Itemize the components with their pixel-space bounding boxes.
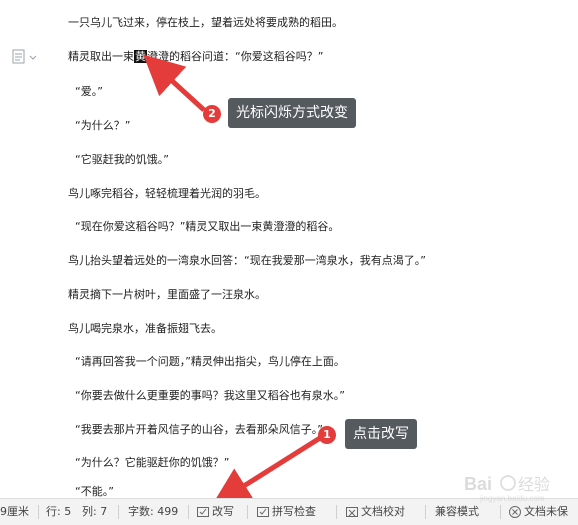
paragraph[interactable]: “你要去做什么更重要的事吗？我这里又稻谷也有泉水。”	[75, 389, 345, 403]
paragraph[interactable]: “不能。”	[75, 485, 114, 498]
svg-text:jingyan.baidu.com: jingyan.baidu.com	[479, 494, 545, 503]
paragraph[interactable]: “我要去那片开着风信子的山谷，去看那朵风信子。”	[75, 423, 323, 437]
paragraph[interactable]: “为什么？它能驱赶你的饥饿？”	[75, 456, 229, 470]
callout-click-overwrite: 点击改写	[345, 419, 417, 449]
paragraph-marker-icon[interactable]	[12, 49, 38, 65]
callout-text: 光标闪烁方式改变	[236, 105, 348, 121]
overwrite-icon	[197, 507, 209, 517]
cursor-col: 列: 7	[82, 505, 108, 518]
spellcheck-label: 拼写检查	[272, 505, 316, 518]
paragraph[interactable]: 鸟儿喝完泉水，准备振翅飞去。	[68, 322, 222, 336]
proofread-icon	[346, 507, 358, 517]
svg-text:经验: 经验	[518, 475, 550, 494]
step-1-badge: 1	[318, 426, 336, 444]
text-before-cursor: 精灵取出一束	[68, 50, 134, 63]
overwrite-cursor: 黄	[134, 50, 147, 63]
close-circle-icon	[509, 506, 521, 518]
doc-proof-label: 文档校对	[361, 505, 405, 518]
paragraph[interactable]: “现在你爱这稻谷吗？”精灵又取出一束黄澄澄的稻谷。	[75, 220, 339, 234]
paragraph[interactable]: “请再回答我一个问题，”精灵伸出指尖，鸟儿停在上面。	[75, 355, 345, 369]
svg-text:Bai: Bai	[464, 474, 492, 494]
cursor-row: 行: 5	[46, 505, 72, 518]
paragraph[interactable]: 一只乌儿飞过来，停在枝上，望着远处将要成熟的稻田。	[68, 16, 343, 30]
watermark-logo: Bai 经验 jingyan.baidu.com	[464, 474, 550, 503]
paragraph-with-cursor[interactable]: 精灵取出一束黄澄澄的稻谷问道：“你爱这稻谷吗？”	[68, 50, 323, 64]
paragraph[interactable]: 精灵摘下一片树叶，里面盛了一汪泉水。	[68, 288, 266, 302]
spellcheck-button[interactable]: 拼写检查	[257, 499, 316, 525]
paragraph[interactable]: “为什么？”	[75, 119, 130, 133]
overwrite-label: 改写	[212, 505, 234, 518]
callout-text: 点击改写	[353, 426, 409, 442]
document-area[interactable]: 一只乌儿飞过来，停在枝上，望着远处将要成熟的稻田。 精灵取出一束黄澄澄的稻谷问道…	[0, 0, 578, 498]
overwrite-button[interactable]: 改写	[197, 499, 234, 525]
page-unit: 9厘米	[0, 505, 29, 518]
paragraph[interactable]: 鸟儿抬头望着远处的一湾泉水回答：“现在我爱那一湾泉水，我有点渴了。”	[68, 254, 426, 268]
text-after-cursor: 澄澄的稻谷问道：“你爱这稻谷吗？”	[147, 50, 324, 63]
paragraph[interactable]: “爱。”	[75, 85, 103, 99]
callout-cursor-change: 光标闪烁方式改变	[228, 98, 356, 128]
paragraph[interactable]: 鸟儿啄完稻谷，轻轻梳理着光润的羽毛。	[68, 187, 266, 201]
doc-proof-button[interactable]: 文档校对	[346, 499, 405, 525]
step-2-badge: 2	[203, 105, 221, 123]
word-count[interactable]: 字数: 499	[128, 499, 178, 525]
spellcheck-icon	[257, 507, 269, 517]
paragraph[interactable]: “它驱赶我的饥饿。”	[75, 153, 169, 167]
